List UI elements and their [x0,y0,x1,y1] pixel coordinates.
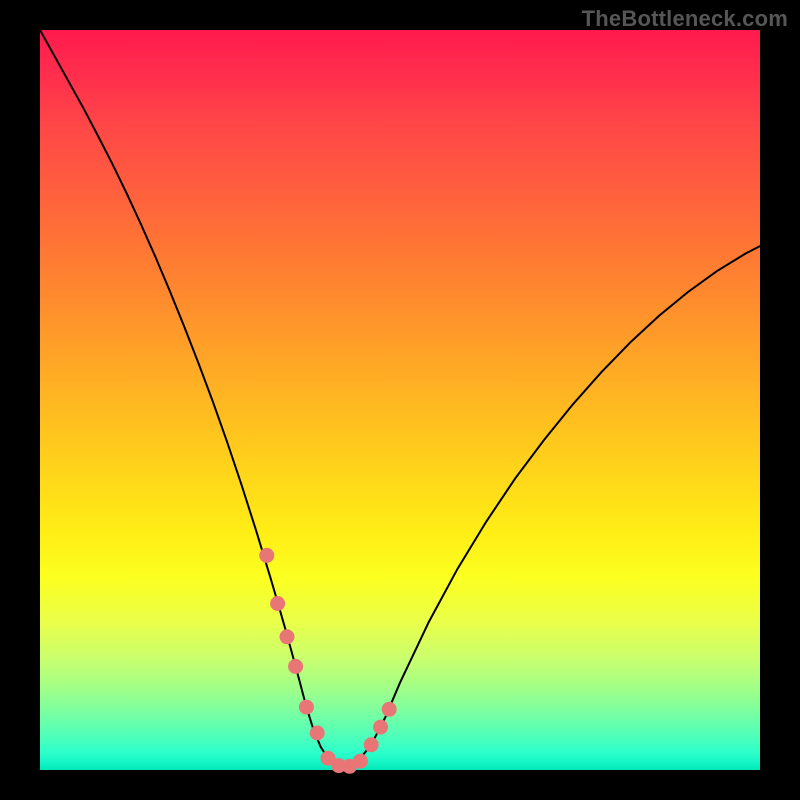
marker-dot [374,720,388,734]
marker-dot [364,738,378,752]
marker-dot [310,726,324,740]
bottleneck-curve [40,30,760,767]
watermark-text: TheBottleneck.com [582,6,788,32]
marker-dot [289,659,303,673]
marker-dot [299,700,313,714]
marker-dot [382,702,396,716]
marker-dot [260,548,274,562]
marker-dot [271,597,285,611]
plot-area [40,30,760,770]
chart-frame: TheBottleneck.com [0,0,800,800]
marker-dot [280,630,294,644]
marker-dot [353,754,367,768]
highlight-markers [260,548,396,773]
chart-svg [40,30,760,770]
